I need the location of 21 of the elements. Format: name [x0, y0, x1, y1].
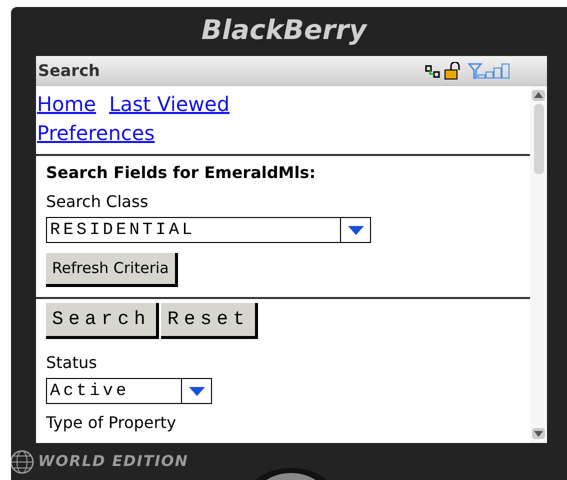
dropdown-arrow-icon [188, 386, 204, 396]
button[interactable]: Refresh Criteria [46, 253, 178, 287]
field-label: Status [46, 352, 97, 374]
button[interactable]: Search [46, 303, 160, 339]
globe-icon [11, 448, 35, 474]
nav-link[interactable]: Last Viewed [109, 90, 230, 119]
dropdown-arrow-icon [348, 226, 364, 234]
screen-title: Search [38, 60, 100, 82]
nav-link[interactable]: Home [37, 90, 96, 119]
field-label: Type of Property [46, 414, 176, 432]
brand-logo: BlackBerry [201, 14, 367, 48]
edition-label: WORLD EDITION [38, 451, 188, 472]
scroll-up-icon [532, 90, 545, 101]
field-label: Search Class [46, 191, 148, 213]
nav-link[interactable]: Preferences [37, 119, 529, 148]
scroll-thumb [534, 104, 544, 174]
button[interactable]: Reset [161, 303, 258, 339]
search-class-select[interactable]: RESIDENTIAL [46, 217, 371, 243]
status-select[interactable]: Active [46, 378, 212, 404]
section-heading: Search Fields for EmeraldMls: [46, 162, 316, 184]
scroll-down-icon [532, 428, 545, 439]
